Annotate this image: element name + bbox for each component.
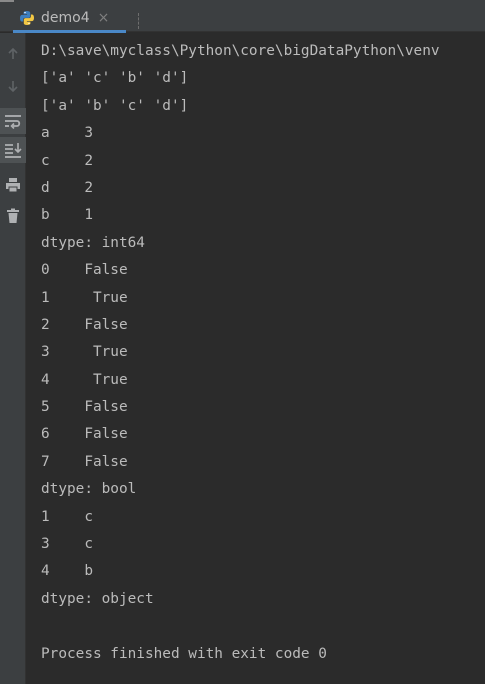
print-icon [6, 178, 20, 193]
console-output[interactable]: D:\save\myclass\Python\core\bigDataPytho… [41, 38, 485, 684]
console-line: ['a' 'c' 'b' 'd'] [41, 70, 189, 87]
console-line: D:\save\myclass\Python\core\bigDataPytho… [41, 43, 440, 59]
console-line: d 2 [41, 179, 93, 196]
console-line: c 2 [41, 152, 93, 169]
console-line: a 3 [41, 125, 93, 142]
process-exit-message: Process finished with exit code 0 [41, 645, 327, 662]
print-button[interactable] [0, 172, 26, 198]
soft-wrap-icon [5, 115, 21, 129]
console-line: dtype: int64 [41, 234, 145, 251]
run-tab-bar: demo4 × [0, 4, 485, 33]
run-side-toolbar [0, 33, 26, 684]
tab-separator [138, 13, 139, 29]
soft-wrap-button[interactable] [0, 108, 26, 134]
close-icon[interactable]: × [98, 10, 110, 26]
top-strip-mark [0, 0, 14, 2]
rerun-up-button[interactable] [0, 41, 26, 67]
console-line: 3 True [41, 344, 128, 361]
scroll-to-end-icon [5, 143, 22, 158]
console-line: b 1 [41, 207, 93, 224]
console-line: 4 b [41, 563, 93, 580]
down-button[interactable] [0, 73, 26, 99]
arrow-down-icon [8, 81, 18, 93]
console-line: 5 False [41, 399, 128, 416]
console-line: 2 False [41, 316, 128, 333]
python-file-icon [19, 10, 35, 26]
clear-all-button[interactable] [0, 203, 26, 229]
console-line: 0 False [41, 262, 128, 279]
tab-active-underline [13, 30, 126, 33]
console-line: 6 False [41, 426, 128, 443]
tab-demo4[interactable]: demo4 × [13, 4, 126, 33]
console-line: 1 True [41, 289, 128, 306]
trash-icon [7, 208, 19, 223]
console-line: dtype: object [41, 590, 154, 607]
arrow-up-icon [8, 47, 18, 59]
console-line: 7 False [41, 453, 128, 470]
scroll-to-end-button[interactable] [0, 137, 26, 163]
console-line: ['a' 'b' 'c' 'd'] [41, 97, 189, 114]
console-line: 1 c [41, 508, 93, 525]
tab-label: demo4 [41, 10, 90, 26]
console-line: 4 True [41, 371, 128, 388]
console-line: dtype: bool [41, 481, 137, 498]
console-line: 3 c [41, 536, 93, 553]
